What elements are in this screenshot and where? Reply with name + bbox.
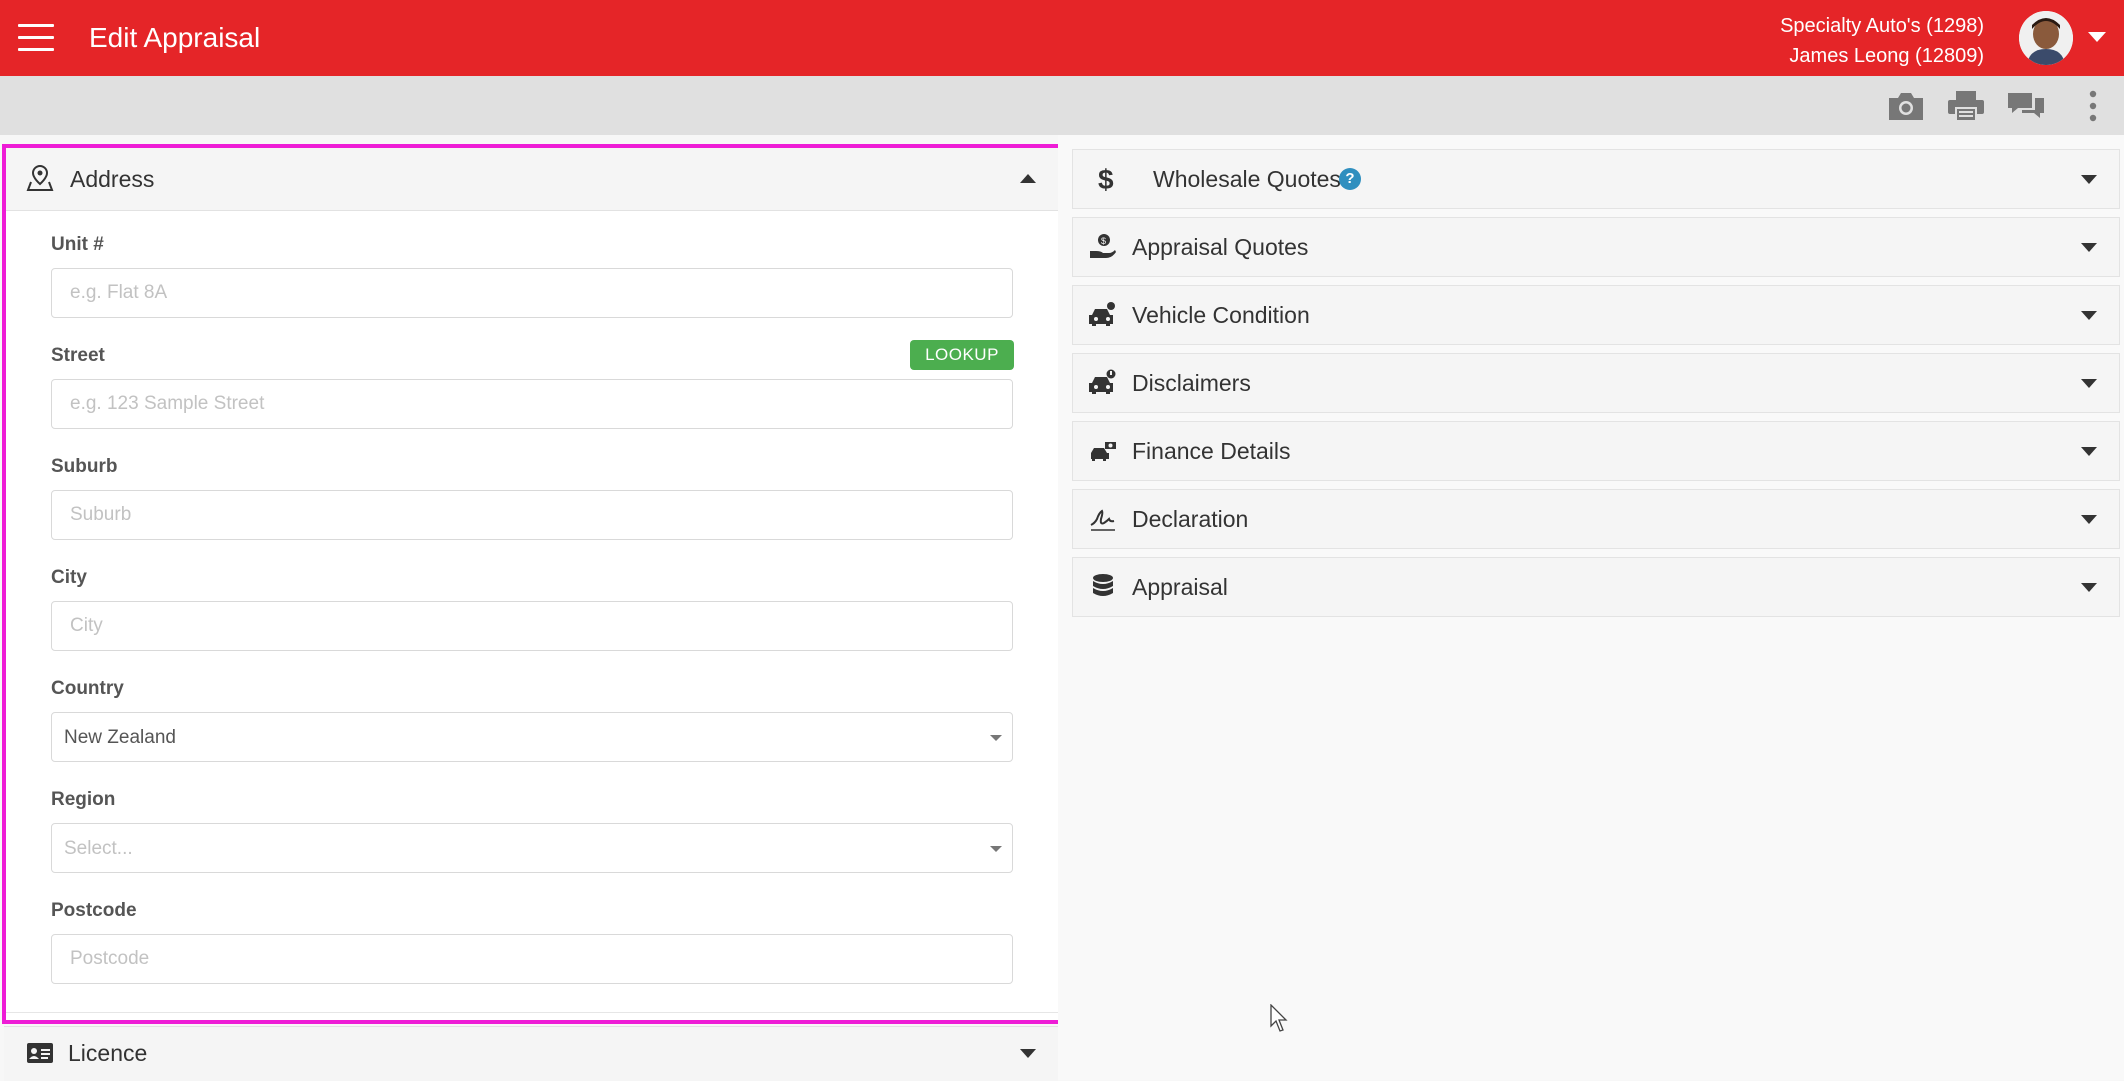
accordion-label: Finance Details [1132, 438, 1291, 464]
app-header: Edit Appraisal Specialty Auto's (1298) J… [0, 0, 2124, 76]
avatar[interactable] [2019, 11, 2073, 65]
dollar-icon: $ [1089, 164, 1117, 195]
city-label: City [51, 567, 87, 588]
postcode-input[interactable] [51, 934, 1013, 984]
licence-title: Licence [68, 1040, 148, 1066]
expand-icon [2081, 515, 2097, 524]
accordion-vehicle-condition[interactable]: Vehicle Condition [1072, 285, 2120, 345]
menu-icon[interactable] [18, 24, 54, 52]
database-icon [1089, 573, 1117, 601]
user-info: Specialty Auto's (1298) James Leong (128… [1780, 11, 1984, 71]
page-title: Edit Appraisal [89, 22, 261, 53]
chevron-down-icon [990, 735, 1002, 741]
help-icon[interactable]: ? [1339, 168, 1361, 190]
lookup-button[interactable]: LOOKUP [910, 340, 1014, 370]
sections-accordion: $ Wholesale Quotes ? $ Appraisal Quotes … [1058, 135, 2124, 1080]
camera-icon[interactable] [1886, 90, 1926, 122]
expand-icon [2081, 243, 2097, 252]
map-pin-icon [26, 164, 54, 197]
toolbar [0, 76, 2124, 135]
licence-header[interactable]: Licence [4, 1026, 1058, 1081]
user-menu-caret-icon[interactable] [2088, 32, 2106, 42]
accordion-appraisal-quotes[interactable]: $ Appraisal Quotes [1072, 217, 2120, 277]
more-vertical-icon[interactable] [2082, 90, 2104, 122]
country-label: Country [51, 678, 124, 699]
chat-icon[interactable] [2006, 90, 2046, 122]
car-wrench-icon [1089, 301, 1117, 329]
car-alert-icon [1089, 369, 1117, 397]
dealer-name: Specialty Auto's (1298) [1780, 15, 1984, 37]
chevron-down-icon [990, 846, 1002, 852]
signature-icon [1089, 505, 1117, 533]
accordion-appraisal[interactable]: Appraisal [1072, 557, 2120, 617]
address-header[interactable]: Address [6, 148, 1058, 211]
accordion-wholesale-quotes[interactable]: $ Wholesale Quotes ? [1072, 149, 2120, 209]
city-input[interactable] [51, 601, 1013, 651]
country-select[interactable]: New Zealand [51, 712, 1013, 762]
unit-label: Unit # [51, 234, 104, 255]
mouse-cursor-icon [1270, 1003, 1290, 1039]
expand-icon [2081, 311, 2097, 320]
address-title: Address [70, 166, 155, 192]
car-money-icon [1089, 437, 1117, 465]
street-label: Street [51, 345, 105, 366]
divider [6, 1012, 1058, 1013]
accordion-label: Wholesale Quotes [1153, 166, 1341, 192]
accordion-finance-details[interactable]: Finance Details [1072, 421, 2120, 481]
hand-coin-icon: $ [1089, 233, 1117, 261]
street-input[interactable] [51, 379, 1013, 429]
svg-text:$: $ [1098, 165, 1114, 193]
region-select[interactable]: Select... [51, 823, 1013, 873]
expand-icon [2081, 175, 2097, 184]
expand-icon[interactable] [1020, 1049, 1036, 1058]
region-label: Region [51, 789, 116, 810]
accordion-label: Declaration [1132, 506, 1249, 532]
svg-text:$: $ [1101, 236, 1106, 246]
accordion-declaration[interactable]: Declaration [1072, 489, 2120, 549]
unit-input[interactable] [51, 268, 1013, 318]
suburb-label: Suburb [51, 456, 118, 477]
expand-icon [2081, 583, 2097, 592]
postcode-label: Postcode [51, 900, 137, 921]
accordion-label: Appraisal Quotes [1132, 234, 1309, 260]
region-placeholder: Select... [64, 838, 133, 859]
country-value: New Zealand [64, 727, 176, 748]
expand-icon [2081, 379, 2097, 388]
collapse-icon[interactable] [1020, 174, 1036, 183]
id-card-icon [26, 1041, 54, 1070]
user-name: James Leong (12809) [1789, 45, 1984, 67]
accordion-label: Disclaimers [1132, 370, 1251, 396]
suburb-input[interactable] [51, 490, 1013, 540]
address-panel: Address Unit # Street LOOKUP Suburb City… [2, 144, 1062, 1024]
print-icon[interactable] [1946, 90, 1986, 122]
accordion-label: Vehicle Condition [1132, 302, 1310, 328]
accordion-label: Appraisal [1132, 574, 1228, 600]
accordion-disclaimers[interactable]: Disclaimers [1072, 353, 2120, 413]
expand-icon [2081, 447, 2097, 456]
